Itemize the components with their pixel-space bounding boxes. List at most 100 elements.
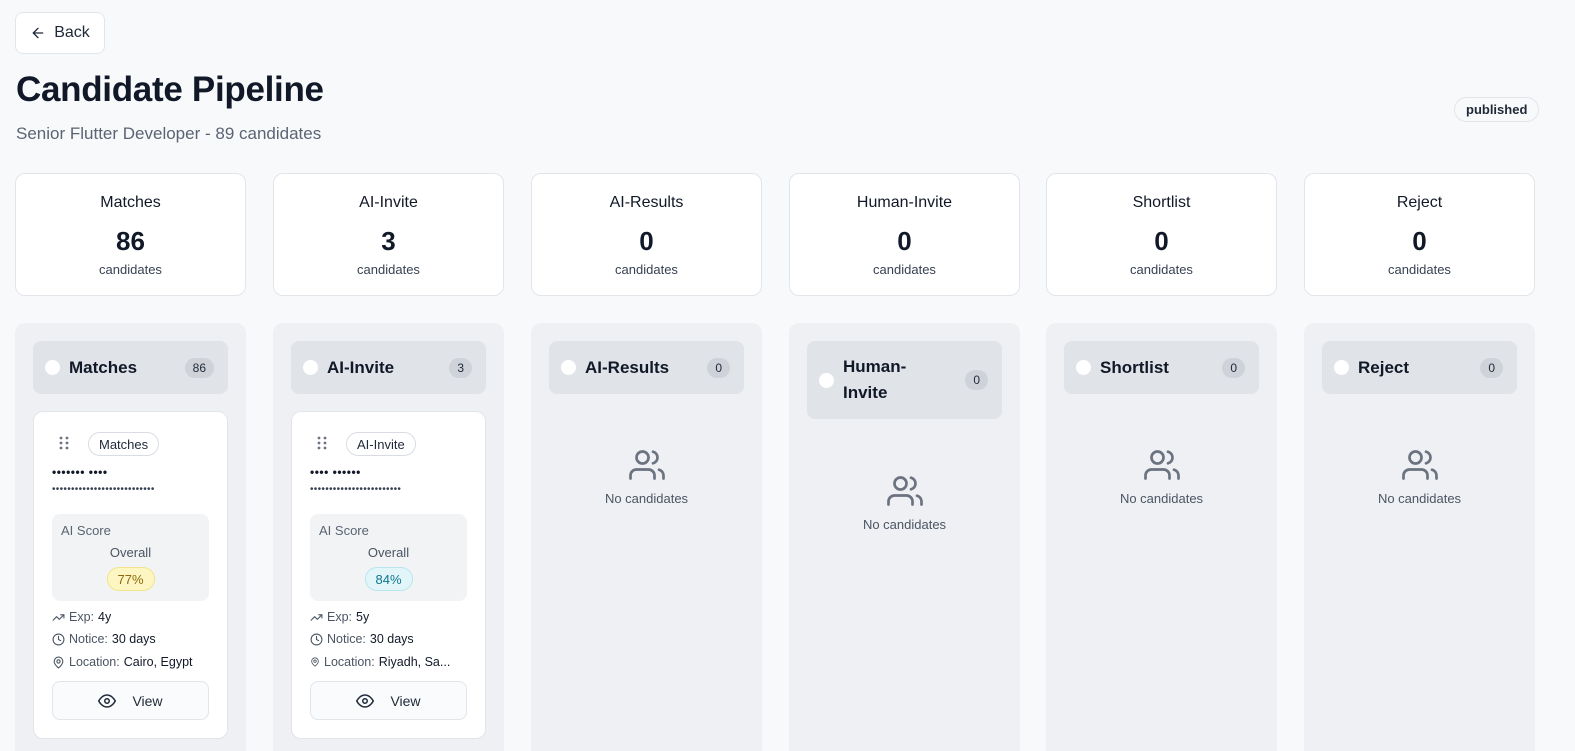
column-title: Shortlist (1100, 357, 1169, 377)
column-count-badge: 0 (1480, 357, 1503, 378)
empty-state-text: No candidates (1377, 491, 1462, 506)
stat-unit: candidates (1388, 262, 1451, 277)
stat-value: 86 (116, 226, 145, 256)
column-select-radio[interactable] (303, 360, 318, 375)
stat-value: 0 (1412, 226, 1427, 256)
column-select-radio[interactable] (1334, 360, 1349, 375)
candidate-email-masked: •••••••••••••••••••••••• (310, 484, 402, 495)
column-title: AI-Results (585, 357, 670, 377)
column-count-badge: 86 (184, 357, 214, 378)
column-ai-invite: AI-Invite 3 AI-Invite •••• •••••• ••••••… (273, 323, 504, 751)
status-badge: published (1454, 97, 1540, 122)
notice-label: Notice: (69, 632, 108, 646)
map-pin-icon (311, 657, 319, 667)
eye-icon (98, 693, 117, 708)
view-button[interactable]: View (310, 681, 467, 720)
candidate-card[interactable]: Matches ••••••• •••• •••••••••••••••••••… (33, 411, 228, 739)
column-count-badge: 0 (707, 357, 730, 378)
column-header-matches[interactable]: Matches 86 (33, 341, 228, 394)
column-header-ai-results[interactable]: AI-Results 0 (549, 341, 744, 394)
column-title: AI-Invite (327, 357, 395, 377)
column-select-radio[interactable] (819, 372, 834, 388)
column-header-human-invite[interactable]: Human- Invite 0 (807, 341, 1002, 419)
stat-label: AI-Results (609, 194, 684, 211)
stat-card-human-invite: Human-Invite 0 candidates (789, 173, 1020, 296)
column-header-ai-invite[interactable]: AI-Invite 3 (291, 341, 486, 394)
stat-value: 0 (897, 226, 912, 256)
empty-state: No candidates (1046, 447, 1277, 506)
view-label: View (390, 692, 421, 709)
column-count-badge: 0 (965, 370, 988, 390)
drag-handle-icon[interactable] (317, 436, 327, 450)
location-label: Location: (69, 655, 120, 669)
ai-score-title: AI Score (61, 523, 111, 538)
experience-value: 4y (98, 610, 112, 624)
stat-card-ai-invite: AI-Invite 3 candidates (273, 173, 504, 296)
stat-label: Reject (1396, 194, 1443, 211)
stat-card-matches: Matches 86 candidates (15, 173, 246, 296)
experience-label: Exp: (69, 610, 95, 624)
stat-card-reject: Reject 0 candidates (1304, 173, 1535, 296)
trending-up-icon (310, 613, 323, 621)
back-button[interactable]: Back (15, 12, 105, 54)
column-title: Reject (1358, 357, 1410, 377)
stat-unit: candidates (357, 262, 420, 277)
location-value: Riyadh, Sa... (378, 655, 451, 669)
column-human-invite: Human- Invite 0 No candidates (789, 323, 1020, 751)
stat-unit: candidates (99, 262, 162, 277)
notice-row: Notice: 30 days (310, 632, 470, 646)
stat-card-ai-results: AI-Results 0 candidates (531, 173, 762, 296)
column-header-reject[interactable]: Reject 0 (1322, 341, 1517, 394)
drag-handle-icon[interactable] (59, 436, 69, 450)
column-title: Human- Invite (843, 354, 965, 406)
stat-card-shortlist: Shortlist 0 candidates (1046, 173, 1277, 296)
ai-score-title: AI Score (319, 523, 369, 538)
stat-value: 3 (381, 226, 396, 256)
candidate-name-masked: •••• •••••• (310, 465, 361, 479)
notice-value: 30 days (111, 632, 156, 646)
ai-score-panel: AI Score Overall 84% (310, 514, 467, 601)
clock-icon (310, 633, 323, 645)
ai-score-overall-label: Overall (367, 545, 410, 560)
column-select-radio[interactable] (45, 360, 60, 375)
users-icon (886, 476, 923, 506)
column-select-radio[interactable] (1076, 360, 1091, 375)
column-title: Matches (69, 357, 138, 377)
page-subtitle: Senior Flutter Developer - 89 candidates (16, 124, 322, 143)
empty-state-text: No candidates (862, 517, 947, 532)
empty-state-text: No candidates (604, 491, 689, 506)
stat-label: Matches (100, 194, 161, 211)
column-header-shortlist[interactable]: Shortlist 0 (1064, 341, 1259, 394)
notice-label: Notice: (327, 632, 366, 646)
trending-up-icon (52, 613, 65, 621)
candidate-email-masked: ••••••••••••••••••••••••••• (52, 484, 155, 495)
page-title: Candidate Pipeline (16, 70, 324, 109)
column-shortlist: Shortlist 0 No candidates (1046, 323, 1277, 751)
column-title-line2: Invite (843, 383, 888, 402)
column-reject: Reject 0 No candidates (1304, 323, 1535, 751)
experience-row: Exp: 5y (310, 610, 470, 624)
empty-state: No candidates (789, 473, 1020, 532)
location-row: Location: Cairo, Egypt (52, 655, 212, 669)
candidate-name-masked: ••••••• •••• (52, 465, 108, 479)
column-count-badge: 0 (1222, 357, 1245, 378)
stat-unit: candidates (615, 262, 678, 277)
stat-unit: candidates (1130, 262, 1193, 277)
users-icon (1401, 450, 1438, 480)
candidate-card[interactable]: AI-Invite •••• •••••• ••••••••••••••••••… (291, 411, 486, 739)
clock-icon (52, 633, 65, 645)
column-title-line1: Human- (843, 357, 907, 376)
column-select-radio[interactable] (561, 360, 576, 375)
column-count-badge: 3 (449, 357, 472, 378)
view-button[interactable]: View (52, 681, 209, 720)
stat-unit: candidates (873, 262, 936, 277)
notice-row: Notice: 30 days (52, 632, 212, 646)
ai-score-value: 84% (364, 567, 413, 591)
eye-icon (356, 693, 375, 708)
location-label: Location: (324, 655, 375, 669)
stat-label: Human-Invite (856, 194, 953, 211)
location-row: Location: Riyadh, Sa... (310, 655, 470, 669)
stat-value: 0 (639, 226, 654, 256)
users-icon (1143, 450, 1180, 480)
experience-value: 5y (356, 610, 370, 624)
